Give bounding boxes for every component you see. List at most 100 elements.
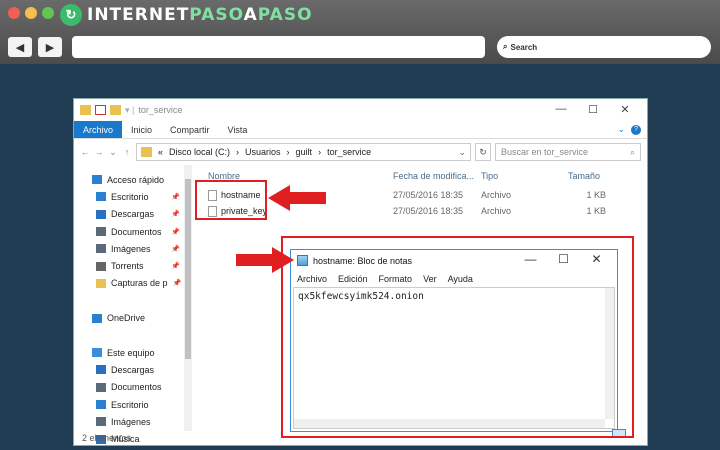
explorer-title: tor_service <box>138 105 183 115</box>
minimize-window-button[interactable] <box>25 7 37 19</box>
sidebar-item[interactable]: Escritorio <box>74 396 184 413</box>
site-logo: ↻ INTERNETPASOAPASO <box>60 2 313 28</box>
onedrive-icon <box>92 313 102 323</box>
maximize-icon[interactable]: ☐ <box>577 103 609 116</box>
computer-icon <box>92 348 102 358</box>
help-icon[interactable]: ? <box>631 124 641 135</box>
browser-chrome: ↻ INTERNETPASOAPASO ◀ ▶ ⌕ Search <box>0 0 720 64</box>
pin-icon[interactable]: 📌 <box>171 262 180 270</box>
tab-inicio[interactable]: Inicio <box>122 121 161 138</box>
pin-icon[interactable]: 📌 <box>171 245 180 253</box>
tab-vista[interactable]: Vista <box>219 121 257 138</box>
new-folder-icon[interactable] <box>110 105 121 115</box>
folder-search-input[interactable]: Buscar en tor_service ⌕ <box>495 143 641 161</box>
pin-icon[interactable]: 📌 <box>171 228 180 236</box>
forward-button[interactable]: ▶ <box>38 37 62 57</box>
sidebar-item[interactable]: OneDrive <box>74 309 184 326</box>
column-date[interactable]: Fecha de modifica... <box>393 171 481 181</box>
highlight-notepad <box>281 236 634 438</box>
download-icon <box>96 209 106 219</box>
close-icon[interactable]: ✕ <box>609 103 641 116</box>
folder-icon <box>96 278 106 288</box>
pin-icon[interactable]: 📌 <box>171 193 180 201</box>
breadcrumb-disco[interactable]: Disco local (C:) <box>169 147 230 157</box>
refresh-button[interactable]: ↻ <box>475 143 491 161</box>
arrow-right-icon <box>236 247 294 273</box>
desktop-icon <box>96 400 106 409</box>
breadcrumb-tor-service[interactable]: tor_service <box>327 147 371 157</box>
breadcrumb-sep: › <box>286 147 290 157</box>
explorer-titlebar: ▾ | tor_service — ☐ ✕ <box>74 99 647 121</box>
sidebar-item-label: Documentos <box>111 382 162 393</box>
sidebar-item-label: Descargas <box>111 364 155 375</box>
column-size[interactable]: Tamaño <box>568 171 618 181</box>
maximize-window-button[interactable] <box>42 7 54 19</box>
browser-search-label: Search <box>510 42 538 52</box>
pin-icon[interactable]: 📌 <box>171 210 180 218</box>
navigation-pane: Acceso rápido Escritorio 📌 Descargas 📌 Docume… <box>74 165 184 444</box>
documents-icon <box>96 382 106 392</box>
address-overflow[interactable]: « <box>158 147 163 157</box>
sidebar-item-label: Imágenes <box>111 243 151 254</box>
tab-compartir[interactable]: Compartir <box>161 121 219 138</box>
properties-icon[interactable] <box>95 105 106 115</box>
back-arrow-icon[interactable]: ← <box>80 147 90 157</box>
url-bar[interactable] <box>72 36 485 58</box>
sidebar-item-label: Documentos <box>111 226 162 237</box>
address-bar[interactable]: « Disco local (C:) › Usuarios › guilt › … <box>136 143 471 161</box>
folder-icon <box>141 147 152 157</box>
sidebar-item[interactable]: Descargas 📌 <box>74 206 184 223</box>
address-row: ← → ⌄ ↑ « Disco local (C:) › Usuarios › … <box>74 139 647 165</box>
search-icon: ⌕ <box>629 146 635 157</box>
logo-icon: ↻ <box>60 4 82 26</box>
expand-ribbon-icon[interactable]: ⌄ <box>617 124 625 135</box>
folder-search-placeholder: Buscar en tor_service <box>501 147 589 157</box>
file-type: Archivo <box>481 206 512 216</box>
nav-scrollbar[interactable] <box>184 165 192 431</box>
documents-icon <box>96 227 106 237</box>
tab-archivo[interactable]: Archivo <box>74 121 123 138</box>
sidebar-item[interactable]: Capturas de p 📌 <box>74 275 184 292</box>
sidebar-item-label: Descargas <box>111 209 155 220</box>
star-icon <box>92 175 102 185</box>
sidebar-item[interactable]: Imágenes 📌 <box>74 240 184 257</box>
forward-arrow-icon[interactable]: → <box>94 147 104 157</box>
status-bar: 2 elementos <box>82 433 132 443</box>
sidebar-item[interactable]: Descargas <box>74 361 184 378</box>
arrow-left-icon <box>268 185 326 211</box>
sidebar-item[interactable]: Documentos 📌 <box>74 223 184 240</box>
pin-icon[interactable]: 📌 <box>173 279 182 287</box>
sidebar-item-label: Este equipo <box>107 347 155 358</box>
sidebar-item[interactable]: Torrents 📌 <box>74 257 184 274</box>
download-icon <box>96 365 106 375</box>
breadcrumb-guilt[interactable]: guilt <box>296 147 313 157</box>
breadcrumb-sep: › <box>318 147 322 157</box>
recent-dropdown-icon[interactable]: ⌄ <box>108 147 118 158</box>
browser-search-field[interactable]: ⌕ Search <box>497 36 711 58</box>
file-size: 1 KB <box>586 190 606 200</box>
address-dropdown-icon[interactable]: ⌄ <box>458 147 466 158</box>
sidebar-item[interactable]: Acceso rápido <box>74 171 184 188</box>
close-window-button[interactable] <box>8 7 20 19</box>
column-type[interactable]: Tipo <box>481 171 568 181</box>
file-date: 27/05/2016 18:35 <box>393 190 464 200</box>
up-arrow-icon[interactable]: ↑ <box>122 147 132 157</box>
images-icon <box>96 244 106 254</box>
file-date: 27/05/2016 18:35 <box>393 206 464 216</box>
sidebar-item-label: Torrents <box>111 261 144 272</box>
torrents-icon <box>96 261 106 271</box>
sidebar-item[interactable]: Escritorio 📌 <box>74 188 184 205</box>
highlight-files <box>195 180 267 220</box>
sidebar-item-label: Imágenes <box>111 416 151 427</box>
sidebar-item[interactable]: Documentos <box>74 379 184 396</box>
sidebar-item-label: OneDrive <box>107 313 146 324</box>
sidebar-item-label: Escritorio <box>111 399 149 410</box>
sidebar-item[interactable]: Este equipo <box>74 344 184 361</box>
breadcrumb-usuarios[interactable]: Usuarios <box>245 147 281 157</box>
sidebar-item-label: Escritorio <box>111 191 149 202</box>
back-button[interactable]: ◀ <box>8 37 32 57</box>
minimize-icon[interactable]: — <box>545 103 577 116</box>
sidebar-item[interactable]: Imágenes <box>74 413 184 430</box>
images-icon <box>96 417 106 427</box>
